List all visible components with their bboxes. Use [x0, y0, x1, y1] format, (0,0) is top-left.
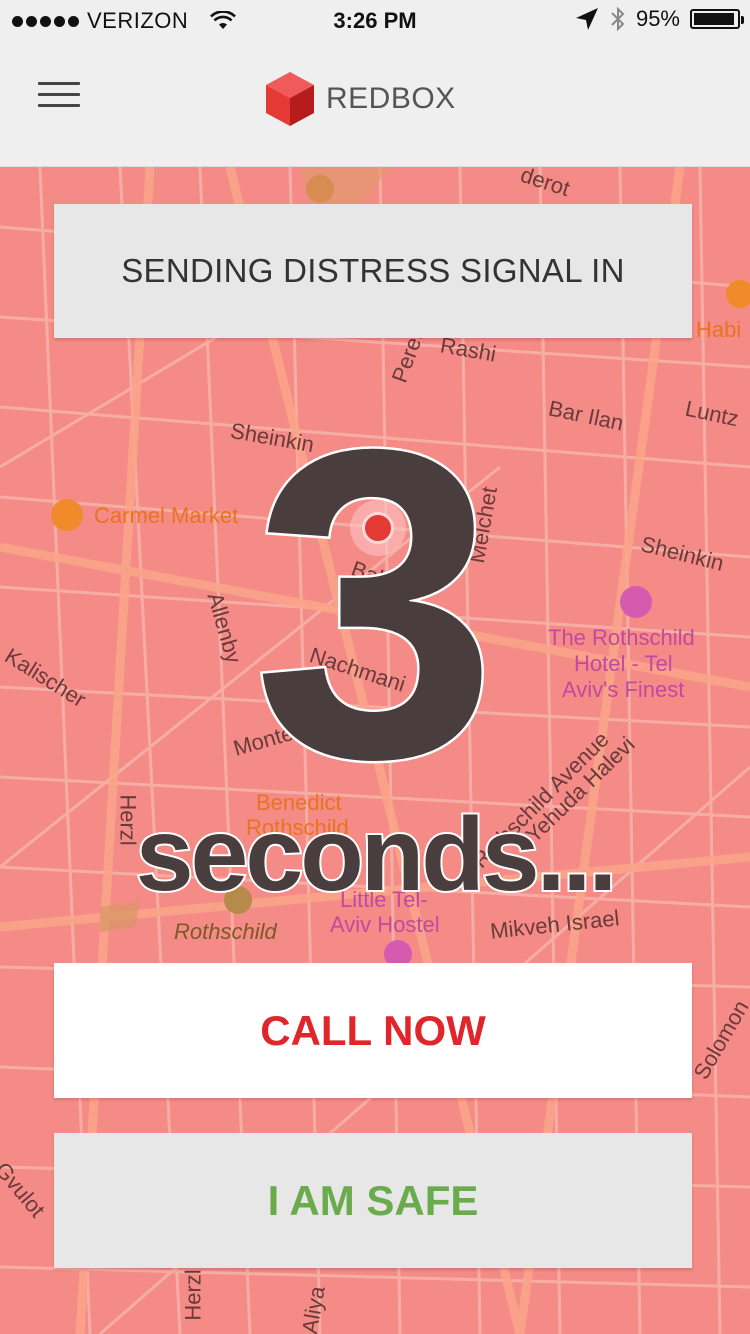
distress-header: SENDING DISTRESS SIGNAL IN — [54, 204, 692, 338]
redbox-logo-icon — [266, 72, 314, 126]
status-bar: VERIZON 3:26 PM 95% — [0, 0, 750, 40]
countdown-number: 3 — [250, 359, 500, 850]
menu-line — [38, 93, 80, 96]
call-now-label: CALL NOW — [260, 1006, 486, 1054]
call-now-button[interactable]: CALL NOW — [54, 963, 692, 1098]
i-am-safe-button[interactable]: I AM SAFE — [54, 1133, 692, 1268]
menu-line — [38, 104, 80, 107]
status-right: 95% — [574, 6, 744, 32]
hamburger-menu-button[interactable] — [38, 82, 80, 112]
brand-name: REDBOX — [326, 82, 456, 115]
i-am-safe-label: I AM SAFE — [267, 1176, 479, 1224]
countdown-unit: seconds... — [134, 797, 620, 913]
battery-percentage: 95% — [635, 6, 680, 31]
battery-icon — [690, 9, 744, 29]
poi-rothschild-park[interactable]: Rothschild — [174, 919, 277, 945]
street-label: Herzl — [180, 1269, 206, 1321]
battery-level-fill — [694, 13, 734, 25]
brand: REDBOX — [266, 72, 456, 126]
nav-bar: REDBOX — [0, 40, 750, 167]
location-arrow-icon — [575, 8, 598, 30]
distress-header-text: SENDING DISTRESS SIGNAL IN — [121, 252, 625, 289]
bluetooth-icon — [611, 6, 625, 32]
menu-line — [38, 82, 80, 85]
poi-habima[interactable]: Habi — [696, 317, 741, 343]
poi-hostel-line[interactable]: Aviv Hostel — [330, 912, 440, 938]
